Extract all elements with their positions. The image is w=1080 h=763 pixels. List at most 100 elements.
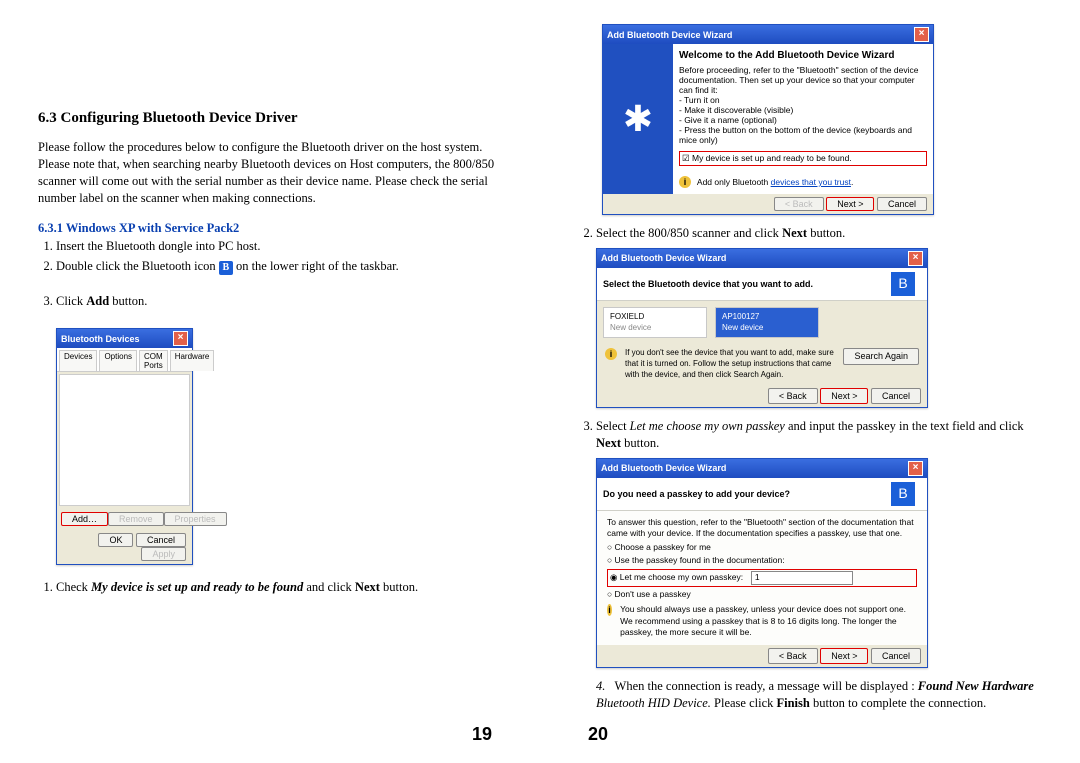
dialog-title: Add Bluetooth Device Wizard — [607, 30, 732, 40]
radio-own-passkey[interactable]: ◉ Let me choose my own passkey: — [610, 572, 743, 582]
r-step2-post: button. — [807, 226, 845, 240]
dialog-title: Add Bluetooth Device Wizard — [601, 252, 726, 264]
steps-list-left-a: Insert the Bluetooth dongle into PC host… — [38, 238, 502, 311]
dialog-wizard-passkey: Add Bluetooth Device Wizard × Do you nee… — [596, 458, 928, 668]
wizard-subtitle: Do you need a passkey to add your device… — [603, 489, 790, 499]
properties-button[interactable]: Properties — [164, 512, 227, 526]
bottom-bold: Next — [355, 580, 380, 594]
device-name: AP100127 — [722, 312, 812, 323]
dialog-titlebar[interactable]: Bluetooth Devices × — [57, 329, 192, 348]
close-icon[interactable]: × — [914, 27, 929, 42]
tab-com-ports[interactable]: COM Ports — [139, 350, 168, 371]
dialog-titlebar[interactable]: Add Bluetooth Device Wizard × — [597, 249, 927, 268]
wizard-li: - Give it a name (optional) — [679, 115, 927, 125]
wizard-tip: If you don't see the device that you wan… — [625, 348, 839, 380]
radio-use-doc-passkey[interactable]: ○ Use the passkey found in the documenta… — [607, 555, 917, 566]
r-step3-pre: Select — [596, 419, 630, 433]
subsection-title: Windows XP with Service Pack2 — [66, 221, 239, 235]
close-icon[interactable]: × — [173, 331, 188, 346]
intro-paragraph: Please follow the procedures below to co… — [38, 139, 502, 207]
next-button[interactable]: Next > — [820, 648, 868, 664]
step2-pre: Double click the Bluetooth icon — [56, 259, 216, 273]
r-step4-i: Bluetooth HID Device. — [596, 696, 711, 710]
r-step4-b2: Finish — [777, 696, 810, 710]
passkey-body: To answer this question, refer to the "B… — [597, 511, 927, 645]
section-number: 6.3 — [38, 110, 57, 126]
r-step4-b1: Found New Hardware — [918, 679, 1034, 693]
back-button[interactable]: < Back — [768, 388, 818, 404]
passkey-input[interactable]: 1 — [751, 571, 853, 585]
page-number: 20 — [540, 724, 1080, 745]
wizard-subheader: Select the Bluetooth device that you wan… — [597, 268, 927, 301]
add-button[interactable]: Add… — [61, 512, 108, 526]
info-icon: i — [605, 348, 617, 360]
wizard-ready-checkbox[interactable]: ☑ My device is set up and ready to be fo… — [679, 151, 927, 166]
step3-pre: Click — [56, 294, 86, 308]
cancel-button[interactable]: Cancel — [877, 197, 927, 211]
device-type: New device — [722, 323, 812, 334]
wizard-buttons: < Back Next > Cancel — [603, 194, 933, 214]
wizard-heading: Welcome to the Add Bluetooth Device Wiza… — [679, 50, 927, 61]
step3-bold: Add — [86, 294, 109, 308]
device-card[interactable]: FOXIELD New device — [603, 307, 707, 339]
dialog-title: Add Bluetooth Device Wizard — [601, 462, 726, 474]
tab-devices[interactable]: Devices — [59, 350, 97, 371]
bluetooth-tray-icon — [219, 261, 233, 275]
dialog-titlebar[interactable]: Add Bluetooth Device Wizard × — [603, 25, 933, 44]
cancel-button[interactable]: Cancel — [136, 533, 186, 547]
section-heading: 6.3 Configuring Bluetooth Device Driver — [38, 110, 502, 127]
wizard-trust-hint: i Add only Bluetooth devices that you tr… — [679, 176, 927, 188]
r-step2-pre: Select the 800/850 scanner and click — [596, 226, 782, 240]
step-item: Select Let me choose my own passkey and … — [596, 418, 1042, 668]
wizard-li: - Make it discoverable (visible) — [679, 105, 927, 115]
page-right: Add Bluetooth Device Wizard × Welcome to… — [540, 0, 1080, 763]
page-left: 6.3 Configuring Bluetooth Device Driver … — [0, 0, 540, 763]
back-button[interactable]: < Back — [768, 648, 818, 664]
wizard-tip-row: i If you don't see the device that you w… — [597, 344, 927, 384]
wizard-subheader: Do you need a passkey to add your device… — [597, 478, 927, 511]
next-button[interactable]: Next > — [820, 388, 868, 404]
bottom-pre: Check — [56, 580, 91, 594]
close-icon[interactable]: × — [908, 251, 923, 266]
apply-button[interactable]: Apply — [141, 547, 186, 561]
device-list-area — [59, 374, 190, 506]
dialog-titlebar[interactable]: Add Bluetooth Device Wizard × — [597, 459, 927, 478]
step-item: Click Add button. — [56, 293, 502, 310]
bluetooth-icon: B — [891, 482, 915, 506]
wizard-check-label: My device is set up and ready to be foun… — [692, 153, 852, 163]
r-step4-pre: When the connection is ready, a message … — [615, 679, 918, 693]
tab-hardware[interactable]: Hardware — [170, 350, 215, 371]
search-again-button[interactable]: Search Again — [843, 348, 919, 364]
hint-pre: Add only Bluetooth — [697, 177, 771, 187]
close-icon[interactable]: × — [908, 461, 923, 476]
r-step4-mid: Please click — [711, 696, 777, 710]
r-step4-post: button to complete the connection. — [810, 696, 986, 710]
steps-list-left-b: Check My device is set up and ready to b… — [38, 579, 502, 596]
radio-no-passkey[interactable]: ○ Don't use a passkey — [607, 589, 917, 600]
passkey-note: You should always use a passkey, unless … — [620, 604, 917, 638]
passkey-intro: To answer this question, refer to the "B… — [607, 517, 917, 540]
r-step3-bold: Next — [596, 436, 621, 450]
hint-link[interactable]: devices that you trust — [771, 177, 851, 187]
bluetooth-logo-panel — [603, 44, 673, 194]
back-button[interactable]: < Back — [774, 197, 824, 211]
tab-options[interactable]: Options — [99, 350, 137, 371]
ok-button[interactable]: OK — [98, 533, 133, 547]
r-step3-italic: Let me choose my own passkey — [630, 419, 785, 433]
r-step3-post: button. — [621, 436, 659, 450]
wizard-body-text: Before proceeding, refer to the "Bluetoo… — [679, 65, 927, 95]
info-icon: i — [679, 176, 691, 188]
next-button[interactable]: Next > — [826, 197, 874, 211]
dialog-wizard-welcome: Add Bluetooth Device Wizard × Welcome to… — [602, 24, 934, 215]
step-item: Select the 800/850 scanner and click Nex… — [596, 225, 1042, 408]
wizard-subtitle: Select the Bluetooth device that you wan… — [603, 279, 813, 289]
cancel-button[interactable]: Cancel — [871, 648, 921, 664]
r-step3-mid: and input the passkey in the text field … — [785, 419, 1024, 433]
dialog-tabs: Devices Options COM Ports Hardware — [57, 348, 192, 372]
step-item: Check My device is set up and ready to b… — [56, 579, 502, 596]
device-card-selected[interactable]: AP100127 New device — [715, 307, 819, 339]
radio-choose-for-me[interactable]: ○ Choose a passkey for me — [607, 542, 917, 553]
info-icon: i — [607, 604, 612, 616]
remove-button[interactable]: Remove — [108, 512, 164, 526]
cancel-button[interactable]: Cancel — [871, 388, 921, 404]
